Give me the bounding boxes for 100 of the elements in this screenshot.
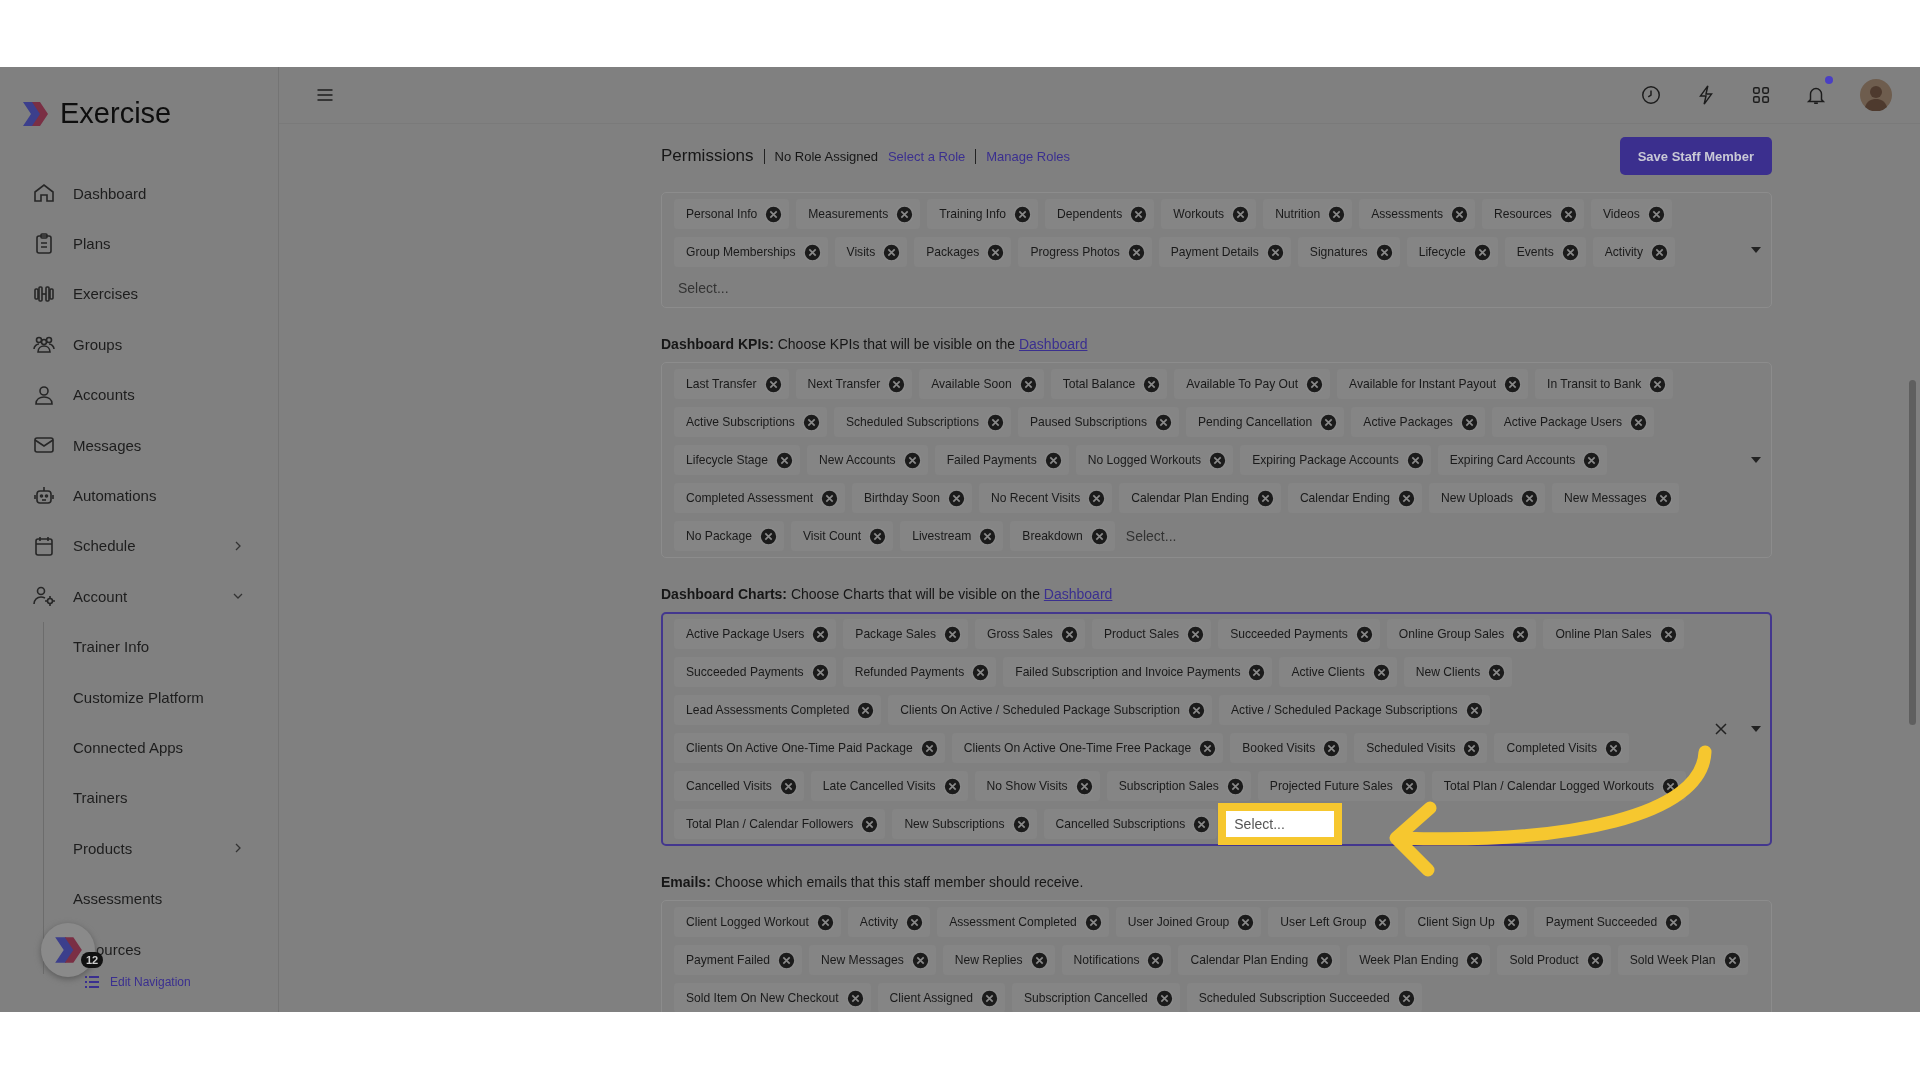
remove-icon[interactable] [1147,951,1165,969]
remove-icon[interactable] [1488,663,1506,681]
remove-icon[interactable] [920,739,938,757]
remove-icon[interactable] [1583,451,1601,469]
role-link[interactable]: Select a Role [887,148,966,164]
remove-icon[interactable] [778,951,796,969]
remove-icon[interactable] [821,489,839,507]
multi-select-field[interactable] [661,612,1772,846]
remove-icon[interactable] [802,413,820,431]
nav-item[interactable]: Messages [0,419,278,471]
select-input[interactable]: Select... [674,275,792,301]
remove-icon[interactable] [857,701,875,719]
remove-icon[interactable] [1451,205,1469,223]
remove-icon[interactable] [846,989,864,1007]
select-input[interactable]: Select... [1121,523,1240,549]
remove-icon[interactable] [1012,815,1030,833]
remove-icon[interactable] [1398,489,1415,507]
role-link[interactable]: Manage Roles [986,148,1071,164]
save-button[interactable]: Save Staff Member [1619,137,1772,175]
remove-icon[interactable] [1306,375,1324,393]
remove-icon[interactable] [1665,913,1683,931]
nav-item[interactable]: Accounts [0,369,278,420]
remove-icon[interactable] [1328,205,1346,223]
clock-icon[interactable] [1640,84,1662,106]
remove-icon[interactable] [1460,413,1478,431]
remove-icon[interactable] [1406,451,1424,469]
remove-icon[interactable] [1019,375,1037,393]
remove-icon[interactable] [1586,951,1604,969]
remove-icon[interactable] [1502,913,1520,931]
remove-icon[interactable] [1723,951,1741,969]
dashboard-link[interactable]: Dashboard [1018,336,1088,352]
remove-icon[interactable] [1188,701,1205,719]
remove-icon[interactable] [1659,625,1677,643]
remove-icon[interactable] [1400,777,1418,795]
remove-icon[interactable] [1397,989,1415,1007]
nav-item[interactable]: Schedule [0,520,278,572]
remove-icon[interactable] [980,989,998,1007]
remove-icon[interactable] [1088,489,1106,507]
nav-subitem[interactable]: Connected Apps [73,739,184,756]
dropdown-caret-icon[interactable] [1751,726,1761,732]
remove-icon[interactable] [906,913,924,931]
remove-icon[interactable] [1559,205,1577,223]
remove-icon[interactable] [1465,701,1483,719]
remove-icon[interactable] [1256,489,1274,507]
remove-icon[interactable] [1060,625,1078,643]
remove-icon[interactable] [765,205,783,223]
remove-icon[interactable] [1209,451,1227,469]
nav-item[interactable]: Exercises [0,268,278,320]
remove-icon[interactable] [1127,243,1145,261]
remove-icon[interactable] [816,913,834,931]
remove-icon[interactable] [1090,527,1108,545]
remove-icon[interactable] [1130,205,1148,223]
remove-icon[interactable] [911,951,929,969]
remove-icon[interactable] [1463,739,1481,757]
nav-subitem[interactable]: Trainer Info [73,638,150,656]
nav-subitem[interactable]: Trainers [73,789,128,807]
remove-icon[interactable] [1504,375,1522,393]
remove-icon[interactable] [903,451,921,469]
remove-icon[interactable] [1187,625,1205,643]
remove-icon[interactable] [1155,989,1173,1007]
remove-icon[interactable] [1374,913,1392,931]
remove-icon[interactable] [1266,243,1284,261]
multi-select-field[interactable] [661,362,1772,558]
remove-icon[interactable] [1372,663,1390,681]
remove-icon[interactable] [1630,413,1648,431]
remove-icon[interactable] [811,663,829,681]
remove-icon[interactable] [1014,205,1032,223]
remove-icon[interactable] [812,625,830,643]
remove-icon[interactable] [883,243,901,261]
grid-icon[interactable] [1750,84,1772,106]
remove-icon[interactable] [1512,625,1530,643]
clear-icon[interactable] [1715,723,1727,735]
remove-icon[interactable] [1561,243,1579,261]
remove-icon[interactable] [1473,243,1491,261]
remove-icon[interactable] [1320,413,1338,431]
remove-icon[interactable] [1647,205,1665,223]
nav-item[interactable]: Groups [0,319,278,370]
nav-subitem[interactable]: Customize Platform [73,688,204,706]
remove-icon[interactable] [764,375,782,393]
dropdown-caret-icon[interactable] [1751,457,1761,463]
remove-icon[interactable] [1030,951,1048,969]
dropdown-caret-icon[interactable] [1751,247,1761,253]
edit-navigation-link[interactable]: Edit Navigation [84,974,191,990]
remove-icon[interactable] [1662,777,1680,795]
scrollbar-thumb[interactable] [1909,380,1916,725]
remove-icon[interactable] [943,777,961,795]
remove-icon[interactable] [1044,451,1062,469]
nav-subitem[interactable]: Products [73,839,133,857]
remove-icon[interactable] [1651,243,1669,261]
remove-icon[interactable] [1084,913,1102,931]
remove-icon[interactable] [1375,243,1393,261]
remove-icon[interactable] [861,815,879,833]
remove-icon[interactable] [944,625,961,643]
remove-icon[interactable] [779,777,797,795]
remove-icon[interactable] [1248,663,1266,681]
remove-icon[interactable] [1199,739,1217,757]
remove-icon[interactable] [979,527,997,545]
remove-icon[interactable] [1232,205,1250,223]
remove-icon[interactable] [759,527,777,545]
remove-icon[interactable] [888,375,906,393]
